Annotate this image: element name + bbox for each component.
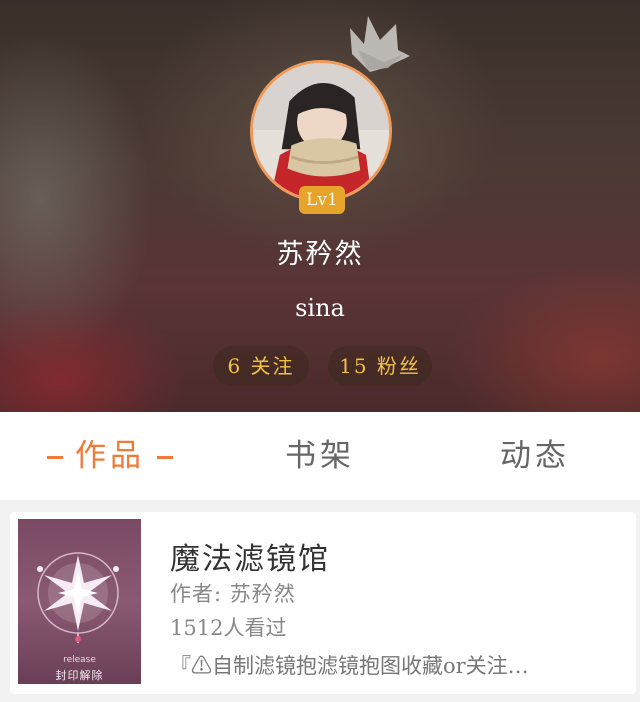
profile-header: Lv1 苏矜然 sina 6 关注 15 粉丝	[0, 0, 640, 412]
book-views: 1512人看过	[170, 616, 287, 640]
tab-works[interactable]: 作品	[30, 412, 190, 500]
avatar[interactable]	[250, 60, 392, 202]
crown-icon	[350, 16, 410, 72]
tab-activity[interactable]: 动态	[465, 412, 605, 500]
book-author: 作者: 苏矜然	[170, 582, 296, 606]
book-description: 『⚠自制滤镜抱滤镜抱图收藏or关注…	[170, 654, 529, 678]
cover-title: 封印解除	[55, 669, 104, 682]
book-cover[interactable]: release 封印解除	[18, 519, 141, 684]
level-badge: Lv1	[299, 186, 345, 214]
tab-bar: 作品 书架 动态	[0, 412, 640, 500]
tab-indicator-right	[157, 456, 173, 459]
tab-bookshelf[interactable]: 书架	[250, 412, 390, 500]
username: 苏矜然	[276, 239, 364, 270]
tab-works-label: 作品	[75, 438, 145, 474]
book-title[interactable]: 魔法滤镜馆	[170, 534, 330, 578]
following-count-button[interactable]: 6 关注	[213, 346, 309, 386]
cover-subtitle: release	[63, 655, 96, 665]
tab-indicator-left	[47, 456, 63, 459]
fans-count-button[interactable]: 15 粉丝	[328, 346, 432, 386]
account-source: sina	[295, 294, 345, 322]
book-card[interactable]: release 封印解除 魔法滤镜馆 作者: 苏矜然 1512人看过 『⚠自制滤…	[10, 512, 636, 694]
